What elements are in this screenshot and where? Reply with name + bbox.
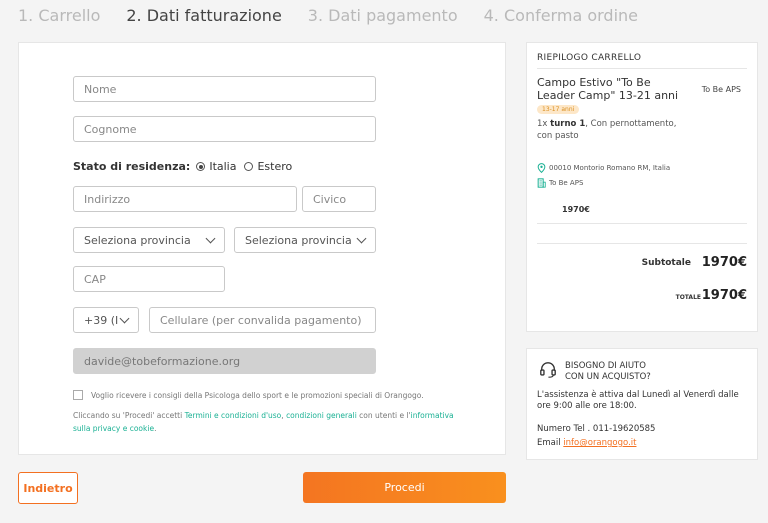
terms-prefix: Cliccando su 'Procedi' accetti xyxy=(73,411,185,420)
proceed-button[interactable]: Procedi xyxy=(303,472,506,503)
first-name-input[interactable]: Nome xyxy=(73,76,376,102)
last-name-input[interactable]: Cognome xyxy=(73,116,376,142)
residence-group: Stato di residenza: Italia Estero xyxy=(73,160,300,173)
terms-middle: con utenti e l' xyxy=(356,411,411,420)
terms-text: Cliccando su 'Procedi' accetti Termini e… xyxy=(73,409,473,435)
summary-title: RIEPILOGO CARRELLO xyxy=(537,53,642,63)
terms-suffix: . xyxy=(154,424,157,433)
email-field: davide@tobeformazione.org xyxy=(73,348,376,374)
phone-prefix-select[interactable]: +39 (I xyxy=(73,307,139,333)
summary-divider xyxy=(537,243,747,244)
chevron-down-icon xyxy=(119,313,130,323)
total-label: TOTALE xyxy=(675,294,701,301)
age-badge: 13-17 anni xyxy=(537,105,580,114)
step-payment: 3. Dati pagamento xyxy=(307,6,458,25)
help-phone: Numero Tel . 011-19620585 xyxy=(537,424,656,434)
checkout-steps: 1. Carrello 2. Dati fatturazione 3. Dati… xyxy=(18,6,638,25)
help-title-line1: BISOGNO DI AIUTO xyxy=(565,361,646,371)
radio-estero-label: Estero xyxy=(257,160,293,173)
location-pin-icon xyxy=(537,163,546,173)
consent-checkbox[interactable] xyxy=(73,390,83,400)
step-confirm: 4. Conferma ordine xyxy=(483,6,638,25)
product-description: 1x turno 1, Con pernottamento, con pasto xyxy=(537,118,687,142)
consent-row: Voglio ricevere i consigli della Psicolo… xyxy=(73,390,424,400)
zip-input[interactable]: CAP xyxy=(73,266,225,292)
step-billing: 2. Dati fatturazione xyxy=(126,6,282,25)
headset-icon xyxy=(540,362,556,378)
province-select-1[interactable]: Seleziona provincia xyxy=(73,227,225,253)
province-select-2[interactable]: Seleziona provincia xyxy=(234,227,376,253)
location-row: 00010 Montorio Romano RM, Italia xyxy=(537,163,670,173)
seller-name: To Be APS xyxy=(701,85,741,94)
organizer-row: To Be APS xyxy=(537,178,583,188)
total-value: 1970€ xyxy=(701,288,747,303)
product-turn: turno 1 xyxy=(550,119,586,129)
radio-estero[interactable]: Estero xyxy=(244,160,292,173)
mobile-input[interactable]: Cellulare (per convalida pagamento) xyxy=(149,307,376,333)
help-box: BISOGNO DI AIUTO CON UN ACQUISTO? L'assi… xyxy=(526,348,758,460)
help-email-row: Email info@orangogo.it xyxy=(537,438,636,448)
billing-form: Nome Cognome Stato di residenza: Italia … xyxy=(18,42,506,455)
summary-divider xyxy=(537,68,747,69)
organizer-text: To Be APS xyxy=(549,179,584,187)
general-conditions-link[interactable]: condizioni generali xyxy=(286,411,357,420)
province-select-1-value: Seleziona provincia xyxy=(84,233,191,247)
radio-italia-label: Italia xyxy=(209,160,237,173)
help-title-line2: CON UN ACQUISTO? xyxy=(565,372,651,382)
province-select-2-value: Seleziona provincia xyxy=(245,233,352,247)
step-cart[interactable]: 1. Carrello xyxy=(18,6,100,25)
cart-summary: RIEPILOGO CARRELLO Campo Estivo "To Be L… xyxy=(526,42,758,332)
terms-link[interactable]: Termini e condizioni d'uso xyxy=(185,411,282,420)
radio-checked-icon xyxy=(196,162,206,171)
product-qty: 1x xyxy=(537,119,548,129)
back-button[interactable]: Indietro xyxy=(18,472,78,504)
help-text: L'assistenza è attiva dal Lunedì al Vene… xyxy=(537,390,739,411)
chevron-down-icon xyxy=(205,233,216,243)
address-input[interactable]: Indirizzo xyxy=(73,186,297,212)
residence-label: Stato di residenza: xyxy=(73,160,191,173)
building-icon xyxy=(537,178,546,188)
product-name: Campo Estivo "To Be Leader Camp" 13-21 a… xyxy=(537,76,679,102)
subtotal-label: Subtotale xyxy=(641,258,691,268)
consent-text: Voglio ricevere i consigli della Psicolo… xyxy=(91,390,424,400)
subtotal-value: 1970€ xyxy=(701,255,747,270)
help-email-link[interactable]: info@orangogo.it xyxy=(563,438,636,448)
radio-italia[interactable]: Italia xyxy=(196,160,236,173)
street-number-input[interactable]: Civico xyxy=(302,186,376,212)
location-text: 00010 Montorio Romano RM, Italia xyxy=(549,164,671,172)
summary-divider xyxy=(537,223,747,224)
item-price: 1970€ xyxy=(562,205,590,214)
help-email-label: Email xyxy=(537,438,564,448)
radio-unchecked-icon xyxy=(244,162,254,171)
phone-prefix-value: +39 (I xyxy=(84,313,119,327)
help-title: BISOGNO DI AIUTO CON UN ACQUISTO? xyxy=(565,361,651,383)
chevron-down-icon xyxy=(356,233,367,243)
